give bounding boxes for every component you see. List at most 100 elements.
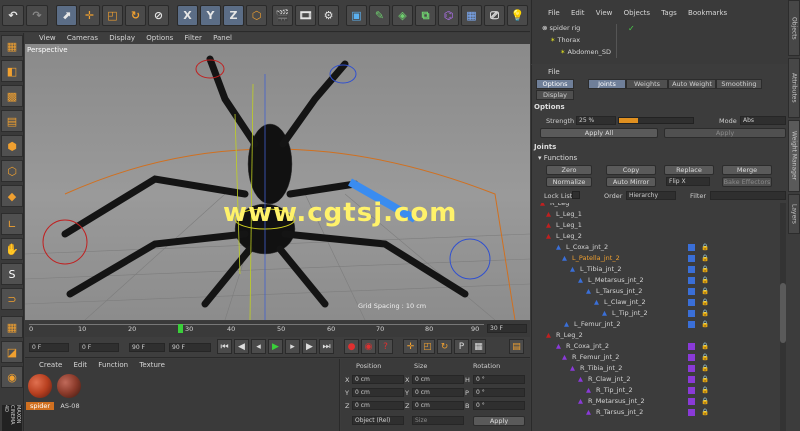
lock-icon[interactable]: 🔒	[701, 309, 709, 317]
prev-key-icon[interactable]: ◀	[234, 339, 249, 354]
tweak-mode-icon[interactable]: ✋	[1, 238, 23, 260]
lock-icon[interactable]: 🔒	[701, 397, 709, 405]
select-tool-icon[interactable]: ⬈	[56, 5, 77, 26]
viewport-menu-panel[interactable]: Panel	[213, 34, 232, 42]
timeline[interactable]: 0 10 20 30 40 50 60 70 80 90 30 F	[25, 321, 530, 337]
redo-button[interactable]: ↷	[26, 5, 48, 26]
coord-mode-select[interactable]: Object (Rel)	[352, 416, 404, 425]
joint-row[interactable]: ▲ L_Tibia_jnt_2 🔒	[532, 265, 776, 275]
material-swatch-as08[interactable]	[57, 374, 81, 398]
material-label-spider[interactable]: spider	[26, 402, 54, 410]
mode-select[interactable]: Abs	[740, 116, 786, 125]
object-item-spider-rig[interactable]: ⊗ spider rig	[542, 24, 580, 34]
lock-list-checkbox[interactable]	[572, 191, 580, 199]
undo-button[interactable]: ↶	[2, 5, 24, 26]
tab-weights[interactable]: Weights	[626, 79, 668, 89]
axis-y-button[interactable]: Y	[200, 5, 221, 26]
coord-size-y[interactable]: 0 cm	[412, 388, 464, 397]
scene-icon[interactable]: ▦	[461, 5, 482, 26]
next-frame-icon[interactable]: ▸	[285, 339, 300, 354]
key-scale-icon[interactable]: ◰	[420, 339, 435, 354]
side-tab-layers[interactable]: Layers	[788, 194, 800, 234]
pen-spline-icon[interactable]: ✎	[369, 5, 390, 26]
cube-primitive-icon[interactable]: ▣	[346, 5, 367, 26]
points-mode-icon[interactable]: ⬢	[1, 135, 23, 157]
keyframe-selection-icon[interactable]: ?	[378, 339, 393, 354]
copy-button[interactable]: Copy	[606, 165, 656, 175]
render-view-icon[interactable]: 🎬	[272, 5, 293, 26]
max-frame-field[interactable]: 90 F	[129, 343, 165, 352]
material-swatch-spider[interactable]	[28, 374, 52, 398]
joint-row[interactable]: ▲ R_Tarsus_jnt_2 🔒	[532, 408, 776, 418]
object-menu-bookmarks[interactable]: Bookmarks	[688, 9, 727, 17]
key-position-icon[interactable]: ✛	[403, 339, 418, 354]
start-frame-field[interactable]: 0 F	[29, 343, 69, 352]
joint-row[interactable]: ▲ R_Tip_jnt_2 🔒	[532, 386, 776, 396]
lock-icon[interactable]: 🔒	[701, 353, 709, 361]
rotate-tool-icon[interactable]: ↻	[125, 5, 146, 26]
auto-mirror-button[interactable]: Auto Mirror	[606, 177, 656, 187]
coord-rot-h[interactable]: 0 °	[473, 375, 525, 384]
joint-row[interactable]: ▲ R_Tibia_jnt_2 🔒	[532, 364, 776, 374]
side-tab-weight-manager[interactable]: Weight Manager	[788, 120, 800, 192]
joint-row[interactable]: ▲ L_Tip_jnt_2 🔒	[532, 309, 776, 319]
scrollbar-thumb[interactable]	[780, 283, 786, 343]
joint-row[interactable]: ▲ R_Coxa_jnt_2 🔒	[532, 342, 776, 352]
light-icon[interactable]: 💡	[507, 5, 528, 26]
coord-apply-button[interactable]: Apply	[473, 416, 525, 426]
material-menu-texture[interactable]: Texture	[139, 361, 165, 369]
axis-mode-icon[interactable]: ∟	[1, 213, 23, 235]
replace-button[interactable]: Replace	[664, 165, 714, 175]
move-tool-icon[interactable]: ✛	[79, 5, 100, 26]
end-frame-field[interactable]: 30 F	[487, 324, 527, 333]
lock-icon[interactable]: 🔒	[701, 298, 709, 306]
flip-axis-select[interactable]: Flip X	[666, 177, 710, 186]
check-icon[interactable]: ✓	[628, 24, 635, 33]
camera-icon[interactable]: ⎚	[484, 5, 505, 26]
normalize-button[interactable]: Normalize	[546, 177, 592, 187]
viewport-menu-view[interactable]: View	[39, 34, 56, 42]
lock-icon[interactable]: 🔒	[701, 276, 709, 284]
record-icon[interactable]: ●	[344, 339, 359, 354]
object-menu-file[interactable]: File	[548, 9, 560, 17]
coord-size-z[interactable]: 0 cm	[412, 401, 464, 410]
joint-row[interactable]: ▲ L_Leg_1	[532, 210, 776, 220]
material-label-as08[interactable]: AS-08	[57, 402, 83, 410]
viewport-menu-cameras[interactable]: Cameras	[67, 34, 98, 42]
snap-icon[interactable]: S	[1, 263, 23, 285]
viewport-menu-options[interactable]: Options	[146, 34, 173, 42]
goto-end-icon[interactable]: ⏭	[319, 339, 334, 354]
model-mode-icon[interactable]: ◧	[1, 60, 23, 82]
coord-pos-z[interactable]: 0 cm	[352, 401, 404, 410]
attributes-menu-file[interactable]: File	[548, 68, 560, 76]
object-menu-edit[interactable]: Edit	[571, 9, 585, 17]
side-tab-attributes[interactable]: Attributes	[788, 58, 800, 118]
lock-workplane-icon[interactable]: ◪	[1, 341, 23, 363]
deformer-icon[interactable]: ⌬	[438, 5, 459, 26]
merge-button[interactable]: Merge	[722, 165, 772, 175]
coord-rot-b[interactable]: 0 °	[473, 401, 525, 410]
prev-frame-icon[interactable]: ◂	[251, 339, 266, 354]
key-param-icon[interactable]: P	[454, 339, 469, 354]
make-editable-icon[interactable]: ▦	[1, 35, 23, 57]
joint-row[interactable]: ▲ L_Claw_jnt_2 🔒	[532, 298, 776, 308]
coord-size-mode-select[interactable]: Size	[412, 416, 464, 425]
joint-row[interactable]: ▲ L_Femur_jnt_2 🔒	[532, 320, 776, 330]
workplane-icon[interactable]: ▤	[1, 110, 23, 132]
edges-mode-icon[interactable]: ⬡	[1, 160, 23, 182]
object-item-thorax[interactable]: ✶ Thorax	[550, 36, 580, 46]
tab-options[interactable]: Options	[536, 79, 574, 89]
apply-button[interactable]: Apply	[664, 128, 786, 138]
object-item-abdomen[interactable]: ✶ Abdomen_SD	[560, 48, 611, 58]
render-picture-viewer-icon[interactable]: 🎞	[295, 5, 316, 26]
polygons-mode-icon[interactable]: ◆	[1, 185, 23, 207]
apply-all-button[interactable]: Apply All	[540, 128, 658, 138]
joint-row[interactable]: ▲ R_Metarsus_jnt_2 🔒	[532, 397, 776, 407]
lock-icon[interactable]: 🔒	[701, 342, 709, 350]
tab-auto-weight[interactable]: Auto Weight	[668, 79, 716, 89]
coord-size-x[interactable]: 0 cm	[412, 375, 464, 384]
subdivision-icon[interactable]: ◈	[392, 5, 413, 26]
key-pla-icon[interactable]: ▦	[471, 339, 486, 354]
viewport[interactable]: Perspective www.cgtsj.com Grid Spacing:…	[25, 44, 530, 320]
texture-mode-icon[interactable]: ▩	[1, 85, 23, 107]
